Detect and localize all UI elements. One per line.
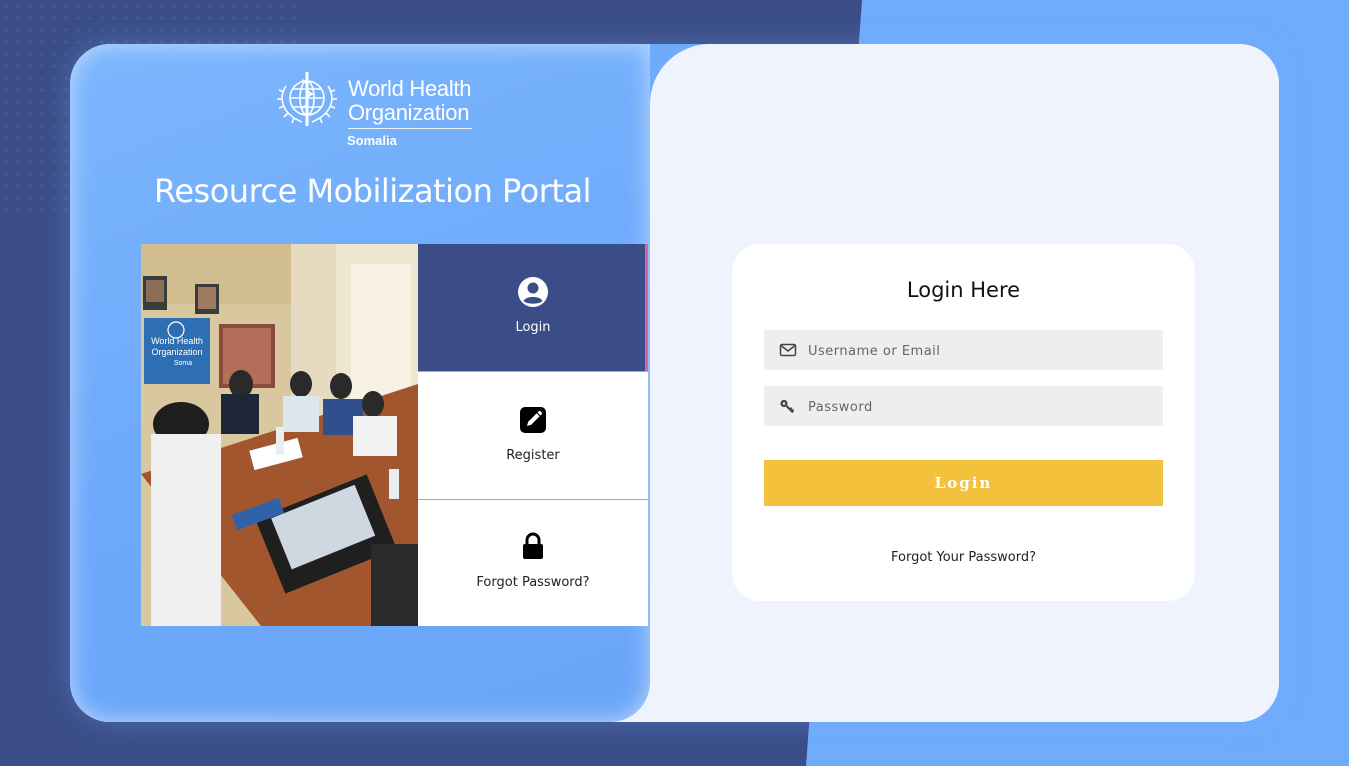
login-button[interactable]: Login [764, 460, 1163, 506]
side-nav: Login Register Forgot Password? [418, 244, 648, 626]
who-emblem-icon [277, 72, 337, 126]
org-name-line1: World Health [348, 76, 472, 101]
username-field-wrapper [764, 330, 1163, 372]
logo-divider [348, 128, 472, 129]
password-field-wrapper [764, 386, 1163, 428]
meeting-photo-illustration: World Health Organization Soma [141, 244, 418, 626]
user-circle-icon [518, 277, 548, 307]
left-panel: World Health Organization Somalia Resour… [70, 44, 650, 722]
username-input[interactable] [806, 330, 1150, 372]
password-input[interactable] [806, 386, 1150, 428]
nav-login[interactable]: Login [418, 244, 648, 371]
envelope-icon [779, 343, 797, 357]
nav-forgot-label: Forgot Password? [476, 575, 590, 590]
nav-forgot-password[interactable]: Forgot Password? [418, 500, 648, 626]
portal-title: Resource Mobilization Portal [154, 172, 591, 210]
login-form: Login Here Login Forgot Your Password? [732, 244, 1195, 601]
nav-login-label: Login [515, 320, 551, 335]
nav-register-label: Register [506, 448, 560, 463]
org-name-line2: Organization [348, 100, 470, 125]
pencil-square-icon [520, 407, 546, 433]
banner-text-2: Organization [151, 347, 202, 357]
lock-icon [523, 532, 543, 559]
who-logo: World Health Organization Somalia [270, 66, 480, 156]
portal-card: World Health Organization Somalia Resour… [70, 44, 1279, 722]
meeting-photo: World Health Organization Soma [141, 244, 418, 626]
key-icon [780, 399, 795, 414]
banner-text-3: Soma [174, 360, 192, 367]
login-heading: Login Here [906, 278, 1021, 302]
nav-register[interactable]: Register [418, 372, 648, 499]
forgot-password-link[interactable]: Forgot Your Password? [732, 550, 1195, 565]
country-label: Somalia [347, 133, 397, 148]
